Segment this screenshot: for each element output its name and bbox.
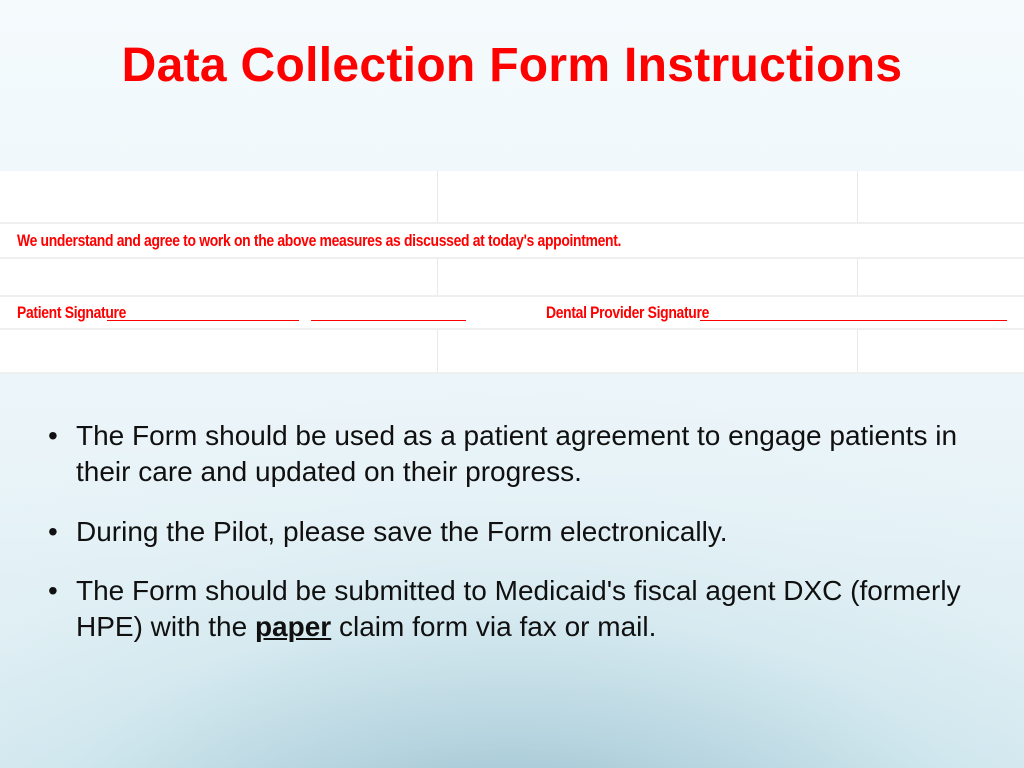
grid-line (0, 295, 1024, 297)
grid-line (437, 259, 438, 295)
grid-line (437, 330, 438, 372)
grid-line (0, 372, 1024, 374)
bullet-list: The Form should be used as a patient agr… (44, 418, 984, 669)
dental-signature-line (700, 320, 1007, 321)
bullet-emphasis: paper (255, 611, 331, 642)
bullet-item: During the Pilot, please save the Form e… (44, 514, 984, 550)
grid-line (0, 222, 1024, 224)
slide-title: Data Collection Form Instructions (0, 0, 1024, 93)
grid-line (857, 171, 858, 223)
grid-line (857, 330, 858, 372)
grid-line (437, 171, 438, 223)
patient-signature-line (107, 320, 299, 321)
agreement-statement: We understand and agree to work on the a… (17, 231, 621, 251)
grid-line (0, 328, 1024, 330)
bullet-text-post: claim form via fax or mail. (331, 611, 656, 642)
patient-signature-line-2 (311, 320, 466, 321)
bullet-item: The Form should be used as a patient agr… (44, 418, 984, 490)
grid-line (0, 257, 1024, 259)
dental-signature-label: Dental Provider Signature (546, 303, 709, 323)
form-snippet: We understand and agree to work on the a… (0, 171, 1024, 374)
bullet-item: The Form should be submitted to Medicaid… (44, 573, 984, 645)
grid-line (857, 259, 858, 295)
